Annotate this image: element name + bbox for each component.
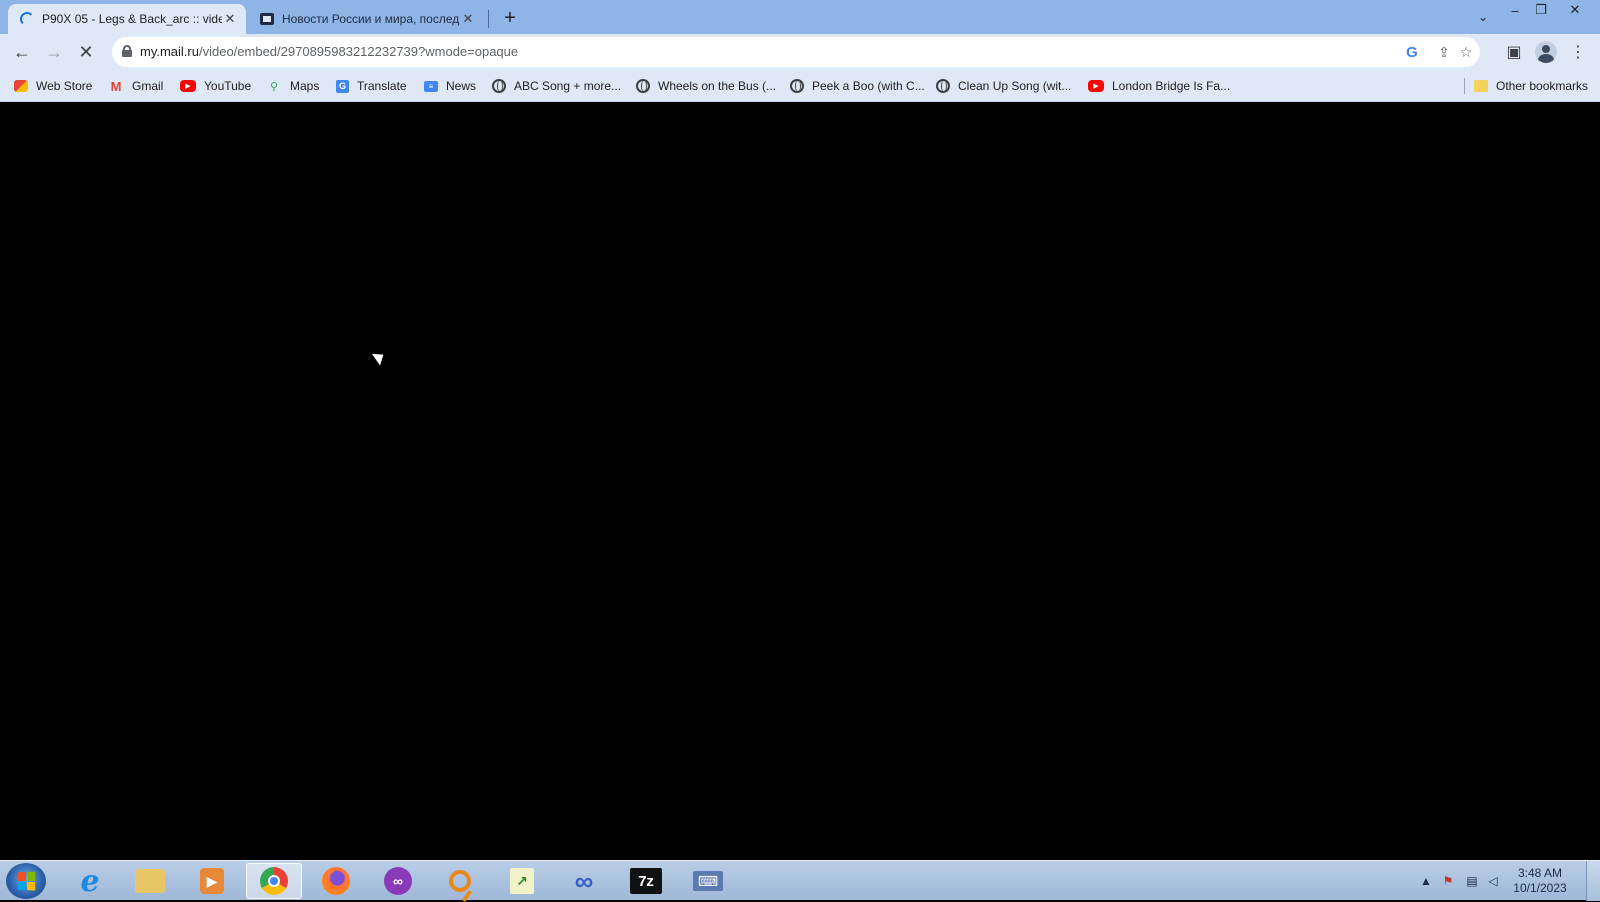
tab-news[interactable]: Новости России и мира, последние ✕ [250, 4, 484, 34]
url-host: my.mail.ru [140, 44, 199, 59]
tab-divider [488, 10, 489, 28]
bookmark-youtube[interactable]: ▶ YouTube [180, 76, 251, 96]
bookmark-label: Translate [357, 79, 407, 93]
news-site-favicon-icon [260, 13, 274, 25]
folder-icon [1474, 80, 1488, 92]
tab-close-icon[interactable]: ✕ [460, 11, 476, 27]
start-button[interactable] [6, 863, 46, 899]
globe-icon [492, 79, 506, 93]
globe-icon [936, 79, 950, 93]
bookmark-wheels-on-the-bus[interactable]: Wheels on the Bus (... [636, 76, 776, 96]
mouse-pointer-icon [372, 348, 388, 366]
tab-strip: P90X 05 - Legs & Back_arc :: video ✕ Нов… [0, 0, 1600, 34]
bookmark-label: Maps [290, 79, 320, 93]
tab-title: P90X 05 - Legs & Back_arc :: video [42, 12, 222, 26]
new-tab-button[interactable]: + [498, 6, 522, 30]
globe-icon [636, 79, 650, 93]
internet-explorer-icon[interactable]: e [62, 863, 118, 899]
bookmark-label: Peek a Boo (with C... [812, 79, 925, 93]
restore-button[interactable]: ❐ [1528, 0, 1554, 20]
bookmark-london-bridge[interactable]: ▶ London Bridge Is Fa... [1088, 76, 1230, 96]
profile-button[interactable] [1534, 40, 1558, 64]
tab-search-chevron-down-icon[interactable]: ⌄ [1472, 6, 1494, 28]
web-store-icon [14, 80, 28, 92]
bookmark-star-icon[interactable]: ☆ [1456, 42, 1476, 62]
lock-icon[interactable] [122, 45, 132, 57]
url-text[interactable]: my.mail.ru/video/embed/29708959832122327… [140, 44, 518, 59]
loading-spinner-icon [20, 12, 34, 26]
chart-app-icon[interactable]: ↗ [494, 863, 550, 899]
bookmark-news[interactable]: ≡ News [424, 76, 476, 96]
bookmark-label: YouTube [204, 79, 252, 93]
other-bookmarks-folder[interactable]: Other bookmarks [1474, 76, 1588, 96]
bookmark-web-store[interactable]: Web Store [14, 76, 92, 96]
avatar-icon [1535, 41, 1557, 63]
bookmark-clean-up-song[interactable]: Clean Up Song (wit... [936, 76, 1071, 96]
bookmark-abc-song[interactable]: ABC Song + more... [492, 76, 621, 96]
7zip-icon[interactable]: 7z [618, 863, 674, 899]
infinity-app-icon[interactable]: ∞ [556, 863, 612, 899]
address-bar[interactable]: my.mail.ru/video/embed/29708959832122327… [112, 37, 1480, 67]
back-button[interactable]: ← [8, 38, 36, 66]
bookmark-gmail[interactable]: M Gmail [108, 76, 164, 96]
translate-icon: G [336, 79, 349, 93]
youtube-icon: ▶ [1088, 80, 1104, 92]
action-center-flag-icon[interactable]: ⚑ [1438, 861, 1458, 901]
bookmark-label: Other bookmarks [1496, 79, 1589, 93]
bookmark-translate[interactable]: G Translate [336, 76, 407, 96]
google-lens-icon[interactable]: G [1402, 42, 1422, 62]
maps-icon: ⚲ [269, 80, 279, 93]
bookmarks-divider [1464, 78, 1465, 94]
show-desktop-button[interactable] [1586, 861, 1600, 901]
bookmark-label: Wheels on the Bus (... [658, 79, 777, 93]
forward-button[interactable]: → [40, 38, 68, 66]
bookmark-label: News [446, 79, 477, 93]
bookmark-label: Clean Up Song (wit... [958, 79, 1072, 93]
globe-icon [790, 79, 804, 93]
gmail-icon: M [110, 78, 122, 94]
bookmark-maps[interactable]: ⚲ Maps [266, 76, 319, 96]
bookmark-label: Gmail [132, 79, 164, 93]
clock-time: 3:48 AM [1517, 866, 1563, 880]
bookmark-peek-a-boo[interactable]: Peek a Boo (with C... [790, 76, 925, 96]
tab-title: Новости России и мира, последние [282, 12, 460, 26]
bookmark-label: ABC Song + more... [514, 79, 622, 93]
video-embed-area[interactable] [0, 102, 1600, 860]
url-path: /video/embed/2970895983212232739?wmode=o… [198, 44, 519, 59]
volume-muted-icon[interactable]: ◁ [1486, 861, 1500, 901]
close-window-button[interactable]: ✕ [1562, 0, 1588, 20]
windows-logo-icon [17, 871, 36, 891]
file-explorer-icon[interactable] [122, 863, 178, 899]
minimize-button[interactable]: – [1502, 0, 1528, 20]
clock-date: 10/1/2023 [1513, 881, 1567, 895]
system-clock[interactable]: 3:48 AM 10/1/2023 [1500, 866, 1580, 896]
search-tool-icon[interactable] [432, 863, 488, 899]
youtube-icon: ▶ [180, 80, 196, 92]
chrome-icon[interactable] [246, 863, 302, 899]
news-icon: ≡ [424, 80, 438, 92]
bookmark-label: London Bridge Is Fa... [1112, 79, 1231, 93]
tab-close-icon[interactable]: ✕ [222, 11, 238, 27]
bookmarks-bar: Web Store M Gmail ▶ YouTube ⚲ Maps G Transla… [0, 70, 1600, 102]
side-panel-icon[interactable]: ▣ [1502, 40, 1526, 64]
firefox-icon[interactable] [308, 863, 364, 899]
network-icon[interactable]: ▤ [1462, 861, 1482, 901]
media-player-icon[interactable]: ▶ [184, 863, 240, 899]
menu-kebab-icon[interactable]: ⋮ [1566, 40, 1590, 64]
keyboard-app-icon[interactable]: ⌨ [680, 863, 736, 899]
show-hidden-icons-chevron-up-icon[interactable]: ▲ [1418, 861, 1434, 901]
stop-loading-button[interactable]: ✕ [72, 38, 100, 66]
browser-toolbar: ← → ✕ my.mail.ru/video/embed/29708959832… [0, 34, 1600, 70]
browser-window: P90X 05 - Legs & Back_arc :: video ✕ Нов… [0, 0, 1600, 901]
windows-taskbar: e ▶ ∞ ↗ ∞ 7z ⌨ ▲ ⚑ ▤ ◁ 3:48 AM 10/1/2023 [0, 860, 1600, 901]
7zip-glyph: 7z [630, 868, 662, 894]
bookmark-label: Web Store [36, 79, 93, 93]
share-icon[interactable]: ⇪ [1434, 42, 1454, 62]
tab-p90x-video[interactable]: P90X 05 - Legs & Back_arc :: video ✕ [8, 4, 246, 34]
mask-app-icon[interactable]: ∞ [370, 863, 426, 899]
